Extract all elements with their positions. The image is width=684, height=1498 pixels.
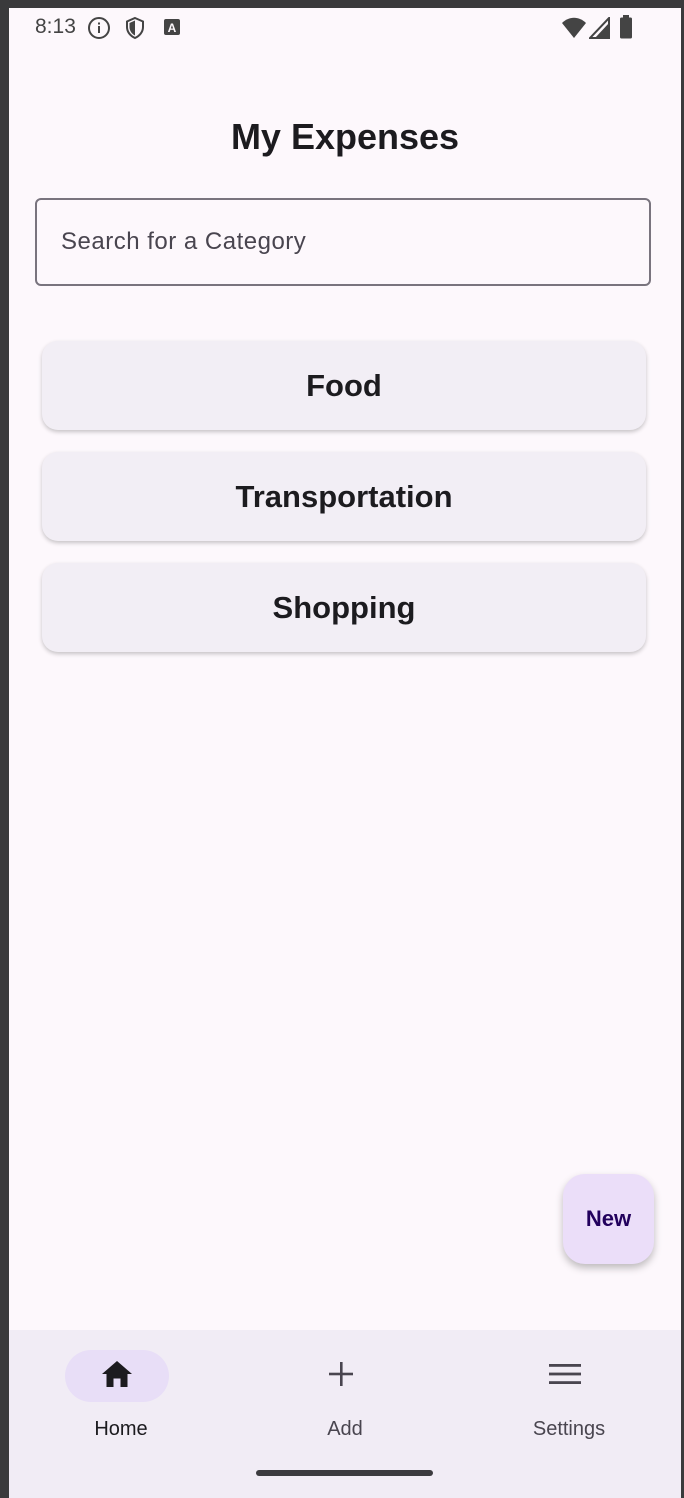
nav-label-add: Add <box>327 1418 363 1440</box>
shield-icon <box>123 16 147 45</box>
nav-active-indicator <box>65 1350 169 1402</box>
page-title: My Expenses <box>230 116 460 157</box>
home-icon <box>100 1359 134 1394</box>
wifi-icon <box>561 17 587 44</box>
new-button-label: New <box>585 1206 632 1231</box>
nav-item-settings[interactable]: Settings <box>457 1350 681 1450</box>
nav-item-add[interactable]: Add <box>233 1350 457 1450</box>
nav-label-home: Home <box>94 1418 148 1440</box>
nav-label-settings: Settings <box>532 1418 606 1440</box>
menu-icon <box>549 1362 581 1391</box>
gesture-handle[interactable] <box>256 1470 433 1476</box>
plus-icon <box>327 1360 355 1393</box>
search-field[interactable] <box>35 198 651 286</box>
svg-text:A: A <box>168 21 177 35</box>
signal-icon <box>587 15 611 44</box>
category-label: Transportation <box>235 478 453 514</box>
category-label: Food <box>306 367 382 403</box>
category-card-food[interactable]: Food <box>42 341 646 430</box>
category-card-shopping[interactable]: Shopping <box>42 563 646 652</box>
app-screen: 8:13 A My Expenses Search for a Category… <box>9 8 681 1498</box>
a-icon: A <box>161 16 183 43</box>
nav-item-home[interactable]: Home <box>9 1350 233 1450</box>
category-label: Shopping <box>272 589 416 625</box>
new-button[interactable]: New <box>563 1174 654 1264</box>
category-card-transportation[interactable]: Transportation <box>42 452 646 541</box>
status-bar: 8:13 A <box>9 8 681 48</box>
info-icon <box>87 16 111 45</box>
search-input[interactable] <box>37 200 649 284</box>
status-time: 8:13 <box>35 15 76 38</box>
battery-icon <box>619 15 633 44</box>
